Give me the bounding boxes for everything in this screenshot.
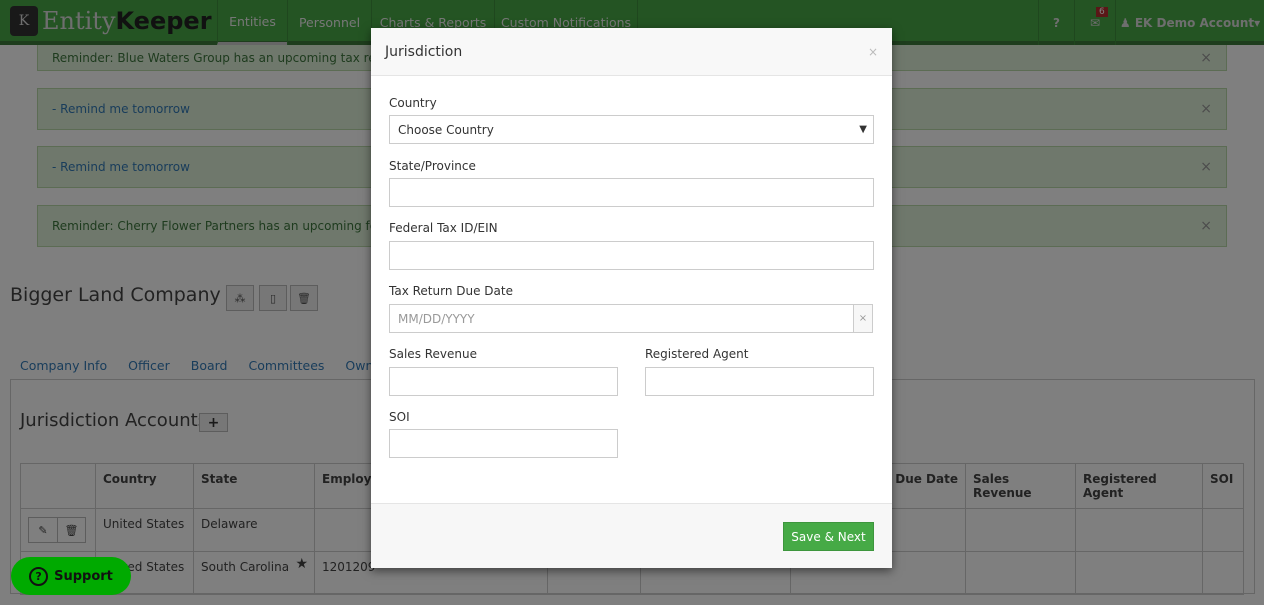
soi-input[interactable] (389, 429, 618, 458)
country-select[interactable]: Choose Country ▼ (389, 115, 874, 144)
sales-revenue-label: Sales Revenue (389, 347, 478, 361)
jurisdiction-modal: Jurisdiction × Country Choose Country ▼ St… (371, 28, 892, 568)
registered-agent-input[interactable] (645, 367, 874, 396)
sales-revenue-input[interactable] (389, 367, 618, 396)
caret-down-icon: ▼ (859, 124, 867, 135)
due-date-label: Tax Return Due Date (389, 284, 513, 298)
modal-header: Jurisdiction × (371, 28, 892, 76)
due-date-input[interactable]: MM/DD/YYYY (389, 304, 854, 333)
modal-footer: Save & Next (371, 503, 892, 568)
due-date-placeholder: MM/DD/YYYY (398, 311, 475, 326)
support-button[interactable]: ? Support (11, 557, 131, 595)
soi-label: SOI (389, 410, 410, 424)
help-circle-icon: ? (29, 566, 49, 586)
support-label: Support (54, 568, 113, 584)
country-value: Choose Country (398, 122, 494, 137)
clear-date-button[interactable]: × (853, 304, 873, 333)
close-icon[interactable]: × (868, 45, 878, 59)
fein-input[interactable] (389, 241, 874, 270)
state-input[interactable] (389, 178, 874, 207)
registered-agent-label: Registered Agent (645, 347, 749, 361)
save-next-button[interactable]: Save & Next (783, 522, 874, 551)
country-label: Country (389, 96, 437, 110)
fein-label: Federal Tax ID/EIN (389, 221, 498, 235)
state-label: State/Province (389, 159, 476, 173)
modal-title: Jurisdiction (385, 43, 463, 60)
